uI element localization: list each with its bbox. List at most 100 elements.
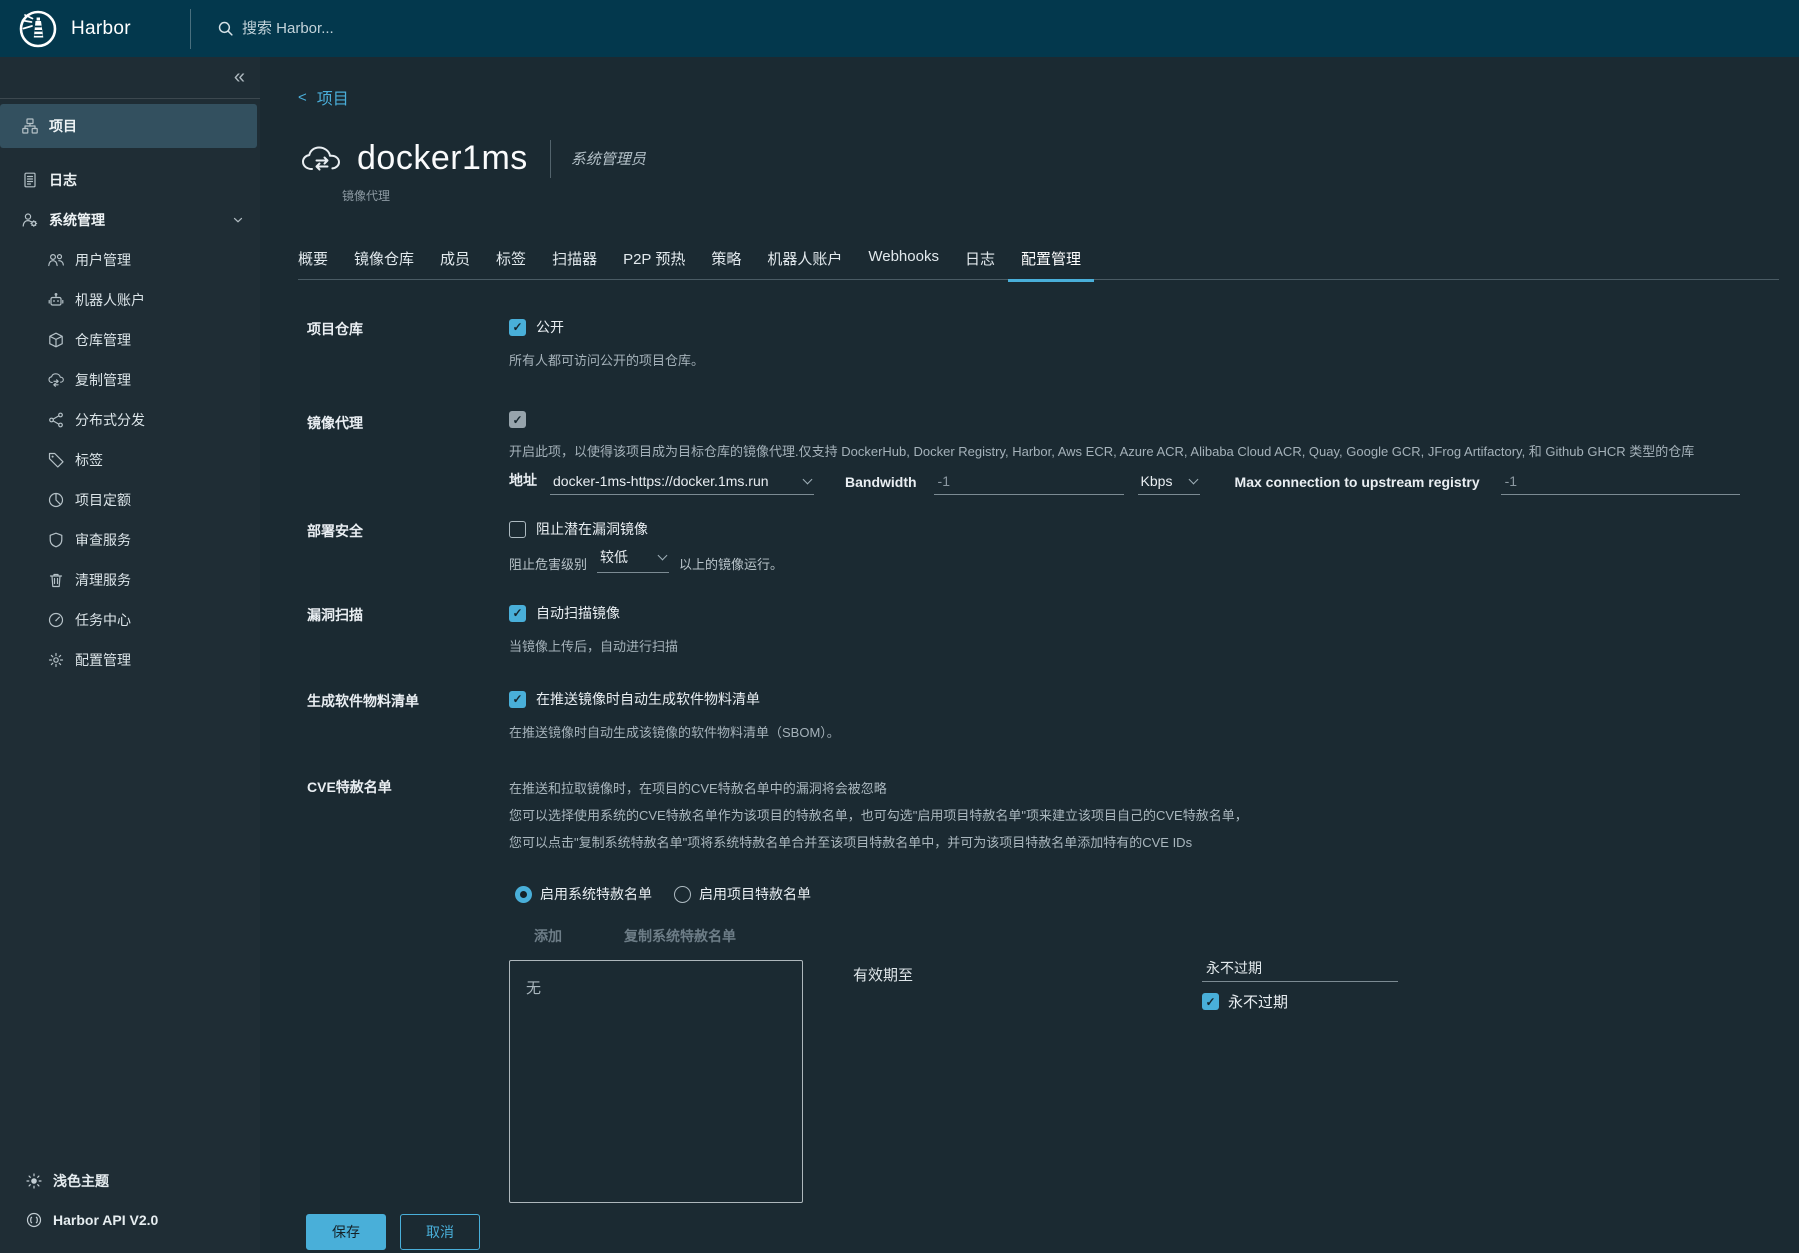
sidebar-item-label: 机器人账户: [75, 292, 145, 308]
harbor-api-link[interactable]: Harbor API V2.0: [0, 1200, 260, 1239]
sidebar-item-distribution[interactable]: 分布式分发: [0, 400, 260, 440]
proxy-cache-checkbox: [509, 411, 526, 428]
tab-policy[interactable]: 策略: [698, 248, 754, 279]
allowlist-radio-group: 启用系统特赦名单 启用项目特赦名单: [515, 884, 1799, 904]
tab-scanner[interactable]: 扫描器: [539, 248, 610, 279]
tab-configuration[interactable]: 配置管理: [1008, 248, 1094, 279]
chevron-down-icon[interactable]: [231, 213, 245, 227]
sidebar-item-label: 复制管理: [75, 372, 131, 388]
auto-sbom-checkbox[interactable]: [509, 690, 526, 708]
expires-input[interactable]: [1202, 960, 1399, 982]
breadcrumb-back-icon[interactable]: <: [298, 89, 307, 106]
never-expires-checkbox[interactable]: [1202, 993, 1220, 1010]
tab-members[interactable]: 成员: [427, 248, 483, 279]
sidebar-item-configuration[interactable]: 配置管理: [0, 640, 260, 680]
proxy-cache-cloud-icon: [301, 144, 345, 174]
search-input[interactable]: [242, 20, 582, 37]
project-name: docker1ms: [357, 139, 528, 177]
public-checkbox-label: 公开: [536, 319, 564, 335]
breadcrumb: < 项目: [298, 85, 1799, 109]
global-search[interactable]: [217, 20, 582, 37]
bandwidth-unit-value: Kbps: [1140, 473, 1173, 489]
sidebar-collapse-row: «: [0, 57, 260, 99]
tab-p2p-preheat[interactable]: P2P 预热: [610, 248, 698, 279]
auto-scan-desc: 当镜像上传后，自动进行扫描: [509, 639, 679, 654]
app-header: Harbor: [0, 0, 1799, 57]
robot-icon: [48, 292, 64, 308]
add-cve-button[interactable]: 添加: [534, 926, 562, 946]
sidebar-item-administration[interactable]: 系统管理: [0, 200, 260, 240]
system-allowlist-radio[interactable]: [515, 885, 532, 903]
tab-repositories[interactable]: 镜像仓库: [341, 248, 427, 279]
section-vulnerability-scan: 漏洞扫描 自动扫描镜像 当镜像上传后，自动进行扫描: [298, 603, 1799, 655]
main-content: < 项目 docker1ms 系统管理员 镜像代理 概要 镜像仓库 成员 标签 …: [260, 57, 1799, 1253]
cve-desc-line: 您可以选择使用系统的CVE特赦名单作为该项目的特赦名单，也可勾选"启用项目特赦名…: [509, 808, 1248, 823]
never-expires-row: 永不过期: [1202, 991, 1398, 1012]
project-type-label: 镜像代理: [342, 189, 391, 203]
api-swagger-icon: [26, 1212, 42, 1228]
brand[interactable]: Harbor: [0, 9, 190, 49]
sidebar-item-job-service[interactable]: 任务中心: [0, 600, 260, 640]
sidebar-item-label: 系统管理: [49, 212, 105, 228]
light-theme-toggle[interactable]: 浅色主题: [0, 1161, 260, 1200]
tab-summary[interactable]: 概要: [298, 248, 341, 279]
cve-desc-line: 您可以点击"复制系统特赦名单"项将系统特赦名单合并至该项目特赦名单中，并可为该项…: [509, 835, 1193, 850]
sidebar-item-registries[interactable]: 仓库管理: [0, 320, 260, 360]
allowlist-actions: 添加 复制系统特赦名单: [534, 926, 1799, 946]
collapse-sidebar-icon[interactable]: «: [234, 66, 245, 89]
public-desc: 所有人都可访问公开的项目仓库。: [509, 353, 705, 368]
sidebar-item-robot-accounts[interactable]: 机器人账户: [0, 280, 260, 320]
severity-select[interactable]: 较低: [597, 547, 670, 573]
project-title-row: docker1ms 系统管理员: [301, 139, 1799, 178]
endpoint-select[interactable]: docker-1ms-https://docker.1ms.run: [550, 473, 814, 495]
header-divider: [190, 8, 191, 49]
prevent-vulnerable-label: 阻止潜在漏洞镜像: [536, 521, 648, 537]
bandwidth-input[interactable]: [933, 473, 1124, 495]
sidebar-item-replications[interactable]: 复制管理: [0, 360, 260, 400]
form-actions: 保存 取消: [306, 1214, 1799, 1250]
sidebar-item-garbage-collection[interactable]: 清理服务: [0, 560, 260, 600]
project-allowlist-radio[interactable]: [674, 885, 691, 903]
sidebar-item-labels[interactable]: 标签: [0, 440, 260, 480]
chevron-down-icon: [1188, 474, 1198, 484]
sidebar-item-logs[interactable]: 日志: [0, 160, 260, 200]
cve-list-textarea[interactable]: 无: [509, 960, 803, 1203]
sidebar-item-projects[interactable]: 项目: [0, 104, 257, 148]
users-icon: [48, 252, 64, 268]
sidebar-item-user-management[interactable]: 用户管理: [0, 240, 260, 280]
tab-webhooks[interactable]: Webhooks: [855, 248, 952, 279]
cancel-button[interactable]: 取消: [400, 1214, 480, 1250]
prevent-vulnerable-checkbox[interactable]: [509, 520, 526, 538]
bandwidth-unit-select[interactable]: Kbps: [1137, 473, 1200, 495]
projects-icon: [22, 118, 38, 134]
section-label: 项目仓库: [307, 321, 363, 337]
sidebar-footer: 浅色主题 Harbor API V2.0: [0, 1161, 260, 1239]
sidebar-item-project-quotas[interactable]: 项目定额: [0, 480, 260, 520]
cve-allowlist-desc: 在推送和拉取镜像时，在项目的CVE特赦名单中的漏洞将会被忽略 您可以选择使用系统…: [509, 775, 1799, 856]
max-conn-input[interactable]: [1500, 473, 1740, 495]
trash-icon: [48, 572, 64, 588]
tab-robot-accounts[interactable]: 机器人账户: [754, 248, 855, 279]
copy-system-allowlist-button[interactable]: 复制系统特赦名单: [624, 926, 736, 946]
sidebar-item-label: 日志: [49, 172, 77, 188]
sidebar-item-interrogation-services[interactable]: 审查服务: [0, 520, 260, 560]
endpoint-select-value: docker-1ms-https://docker.1ms.run: [553, 473, 769, 489]
section-deployment-security: 部署安全 阻止潜在漏洞镜像 阻止危害级别 较低 以上的镜像运行。: [298, 519, 1799, 573]
auto-scan-checkbox[interactable]: [509, 604, 526, 622]
brand-name: Harbor: [71, 17, 131, 39]
expires-controls: 永不过期: [1202, 960, 1399, 1203]
endpoint-label: 地址: [509, 472, 537, 488]
system-allowlist-label: 启用系统特赦名单: [540, 886, 652, 902]
public-checkbox[interactable]: [509, 318, 526, 336]
tab-labels[interactable]: 标签: [483, 248, 539, 279]
sidebar-item-label: 审查服务: [75, 532, 131, 548]
breadcrumb-projects-link[interactable]: 项目: [317, 85, 349, 109]
sidebar-item-label: 配置管理: [75, 652, 131, 668]
project-tabs: 概要 镜像仓库 成员 标签 扫描器 P2P 预热 策略 机器人账户 Webhoo…: [298, 248, 1779, 280]
auto-sbom-desc: 在推送镜像时自动生成该镜像的软件物料清单（SBOM）。: [509, 725, 840, 740]
save-button[interactable]: 保存: [306, 1214, 386, 1250]
section-sbom: 生成软件物料清单 在推送镜像时自动生成软件物料清单 在推送镜像时自动生成该镜像的…: [298, 689, 1799, 741]
footer-item-label: 浅色主题: [53, 1172, 109, 1189]
project-role-badge: 系统管理员: [570, 151, 646, 168]
tab-logs[interactable]: 日志: [952, 248, 1008, 279]
